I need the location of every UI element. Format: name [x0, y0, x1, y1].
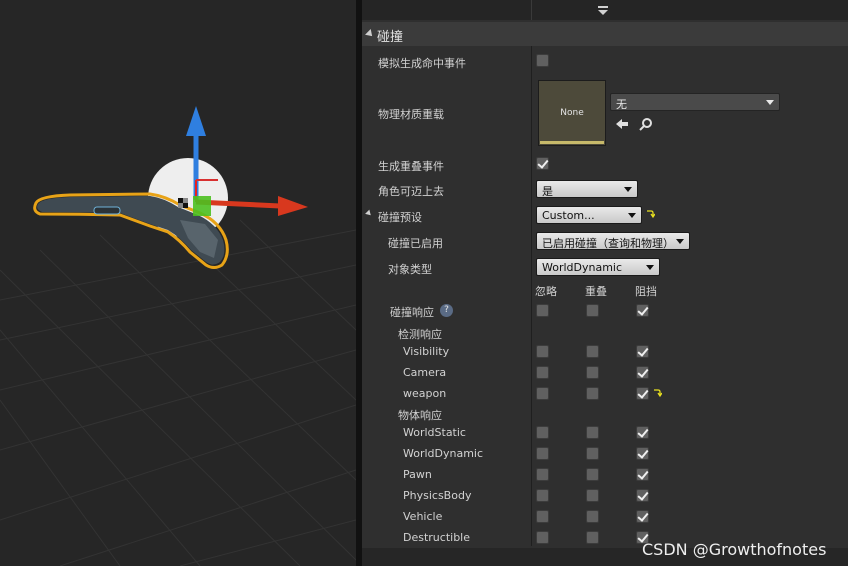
help-icon[interactable]: ?: [440, 304, 453, 317]
object-block-checkbox[interactable]: [636, 489, 649, 502]
object-ignore-checkbox[interactable]: [536, 510, 549, 523]
col-ignore-header: 忽略: [535, 285, 557, 298]
object-item-label: Vehicle: [403, 510, 443, 523]
responses-block-checkbox[interactable]: [636, 304, 649, 317]
details-panel: 碰撞 模拟生成命中事件 物理材质重载 None 无 生成重叠事件 角色可迈上去 …: [362, 0, 848, 566]
object-item-label: PhysicsBody: [403, 489, 472, 502]
object-item-label: WorldDynamic: [403, 447, 484, 460]
trace-label: 检测响应: [398, 328, 442, 341]
trace-overlap-checkbox[interactable]: [586, 345, 599, 358]
preset-label: 碰撞预设: [378, 211, 422, 224]
responses-ignore-checkbox[interactable]: [536, 304, 549, 317]
trace-item-label: Visibility: [403, 345, 450, 358]
responses-label: 碰撞响应: [390, 306, 434, 319]
preset-expand-arrow-icon[interactable]: [365, 209, 373, 218]
chevron-down-icon: [676, 239, 684, 244]
collision-enabled-dropdown[interactable]: 已启用碰撞（查询和物理）: [536, 232, 690, 250]
collapse-arrow-icon: [365, 29, 375, 39]
grid-floor: [0, 219, 356, 566]
object-ignore-checkbox[interactable]: [536, 447, 549, 460]
overlap-checkbox[interactable]: [536, 157, 549, 170]
chevron-down-icon: [624, 187, 632, 192]
object-item-label: Destructible: [403, 531, 470, 544]
phys-mat-dropdown[interactable]: 无: [610, 93, 780, 111]
object-ignore-checkbox[interactable]: [536, 489, 549, 502]
step-up-value: 是: [542, 185, 553, 198]
phys-mat-thumb-text: None: [560, 108, 584, 118]
chevron-down-icon: [766, 100, 774, 105]
trace-ignore-checkbox[interactable]: [536, 345, 549, 358]
object-overlap-checkbox[interactable]: [586, 510, 599, 523]
reset-arrow-icon[interactable]: [645, 209, 655, 219]
object-ignore-checkbox[interactable]: [536, 531, 549, 544]
sim-hit-checkbox[interactable]: [536, 54, 549, 67]
object-item-label: Pawn: [403, 468, 432, 481]
object-block-checkbox[interactable]: [636, 510, 649, 523]
responses-overlap-checkbox[interactable]: [586, 304, 599, 317]
enabled-label: 碰撞已启用: [388, 237, 443, 250]
object-overlap-checkbox[interactable]: [586, 489, 599, 502]
object-overlap-checkbox[interactable]: [586, 468, 599, 481]
sim-hit-label: 模拟生成命中事件: [378, 57, 466, 70]
search-icon[interactable]: [638, 116, 654, 132]
col-block-header: 阻挡: [635, 285, 657, 298]
browse-arrow-icon[interactable]: [614, 116, 630, 132]
object-ignore-checkbox[interactable]: [536, 426, 549, 439]
trace-item-label: Camera: [403, 366, 447, 379]
trace-ignore-checkbox[interactable]: [536, 387, 549, 400]
phys-mat-label: 物理材质重载: [378, 108, 444, 121]
preset-dropdown[interactable]: Custom...: [536, 206, 642, 224]
phys-mat-value: 无: [616, 98, 627, 111]
object-overlap-checkbox[interactable]: [586, 531, 599, 544]
object-type-label: 对象类型: [388, 263, 432, 276]
object-type-dropdown[interactable]: WorldDynamic: [536, 258, 660, 276]
level-viewport[interactable]: [0, 0, 356, 566]
object-label: 物体响应: [398, 409, 442, 422]
object-type-value: WorldDynamic: [542, 261, 623, 274]
gizmo-y-axis: [193, 196, 211, 216]
column-divider[interactable]: [531, 46, 532, 546]
phys-mat-thumbnail[interactable]: None: [538, 80, 606, 146]
viewport-scene: [0, 106, 356, 566]
step-up-label: 角色可迈上去: [378, 185, 444, 198]
object-block-checkbox[interactable]: [636, 447, 649, 460]
reset-arrow-icon[interactable]: [652, 388, 662, 398]
object-overlap-checkbox[interactable]: [586, 426, 599, 439]
collision-enabled-value: 已启用碰撞（查询和物理）: [542, 237, 674, 250]
trace-block-checkbox[interactable]: [636, 366, 649, 379]
trace-block-checkbox[interactable]: [636, 345, 649, 358]
section-title: 碰撞: [377, 30, 404, 45]
chevron-down-icon: [628, 213, 636, 218]
details-top-strip: [362, 0, 848, 20]
trace-overlap-checkbox[interactable]: [586, 387, 599, 400]
object-ignore-checkbox[interactable]: [536, 468, 549, 481]
object-block-checkbox[interactable]: [636, 468, 649, 481]
toggle-chevron-icon[interactable]: [598, 6, 608, 16]
trace-item-label: weapon: [403, 387, 447, 400]
col-overlap-header: 重叠: [585, 285, 607, 298]
watermark: CSDN @Growthofnotes: [642, 540, 827, 559]
object-overlap-checkbox[interactable]: [586, 447, 599, 460]
preset-value: Custom...: [542, 209, 595, 222]
object-block-checkbox[interactable]: [636, 426, 649, 439]
object-item-label: WorldStatic: [403, 426, 466, 439]
step-up-dropdown[interactable]: 是: [536, 180, 638, 198]
trace-overlap-checkbox[interactable]: [586, 366, 599, 379]
collision-section-header[interactable]: 碰撞: [362, 22, 848, 46]
trace-block-checkbox[interactable]: [636, 387, 649, 400]
overlap-label: 生成重叠事件: [378, 160, 444, 173]
chevron-down-icon: [646, 265, 654, 270]
trace-ignore-checkbox[interactable]: [536, 366, 549, 379]
